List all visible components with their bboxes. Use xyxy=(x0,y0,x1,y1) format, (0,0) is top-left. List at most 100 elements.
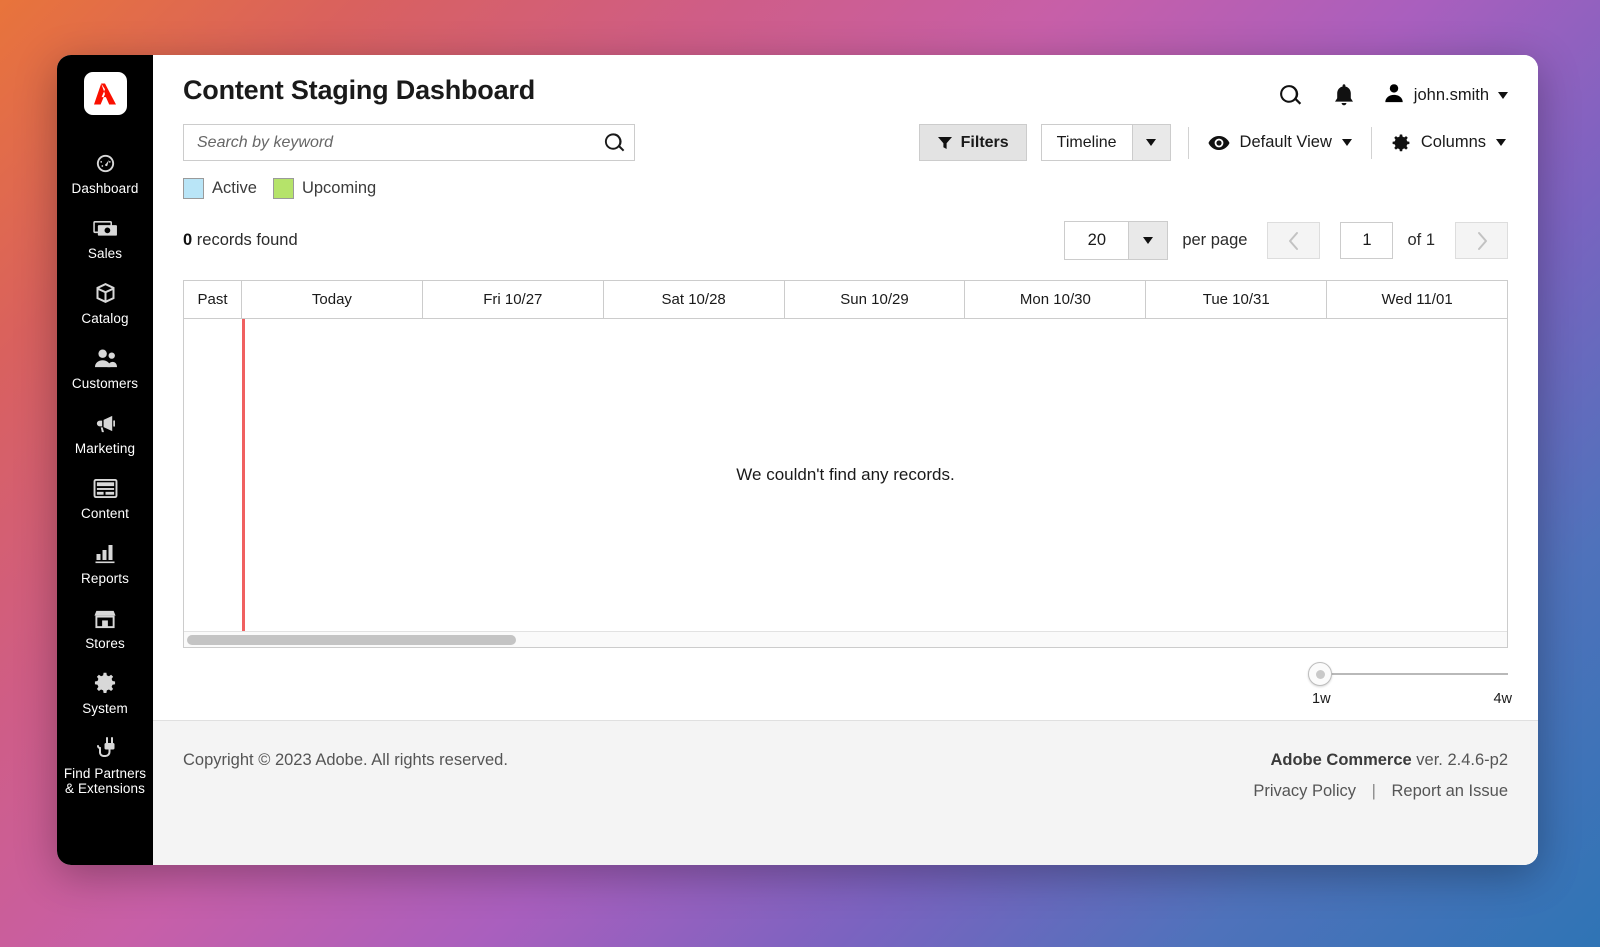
chevron-down-icon xyxy=(1496,139,1506,146)
timeline-button[interactable]: Timeline xyxy=(1040,124,1132,161)
timeline-zoom-area: 1w 4w xyxy=(183,660,1512,710)
records-found: 0 records found xyxy=(183,231,298,250)
header-actions: john.smith xyxy=(1276,75,1508,110)
per-page-select[interactable]: 20 xyxy=(1064,221,1169,260)
version-number: ver. 2.4.6-p2 xyxy=(1411,751,1508,769)
timeline-column-day: Fri 10/27 xyxy=(423,281,604,318)
legend-swatch-active xyxy=(183,178,204,199)
sidebar-item-sales[interactable]: Sales xyxy=(57,206,153,271)
search-submit-icon[interactable] xyxy=(603,131,626,154)
sidebar-item-label: System xyxy=(82,701,128,716)
user-menu[interactable]: john.smith xyxy=(1383,82,1508,109)
total-pages-label: of 1 xyxy=(1407,231,1435,249)
chevron-left-icon xyxy=(1287,231,1301,251)
status-legend: Active Upcoming xyxy=(183,178,1508,199)
toolbar-divider-2 xyxy=(1370,126,1372,159)
sidebar-item-reports[interactable]: Reports xyxy=(57,531,153,596)
page-title: Content Staging Dashboard xyxy=(183,75,535,105)
sidebar: Dashboard Sales Catalog Customers Market xyxy=(57,55,153,865)
timeline-header-row: Past Today Fri 10/27 Sat 10/28 Sun 10/29… xyxy=(184,281,1507,319)
sidebar-item-system[interactable]: System xyxy=(57,661,153,726)
records-found-label: records found xyxy=(192,231,298,249)
timeline-zoom-slider[interactable]: 1w 4w xyxy=(1308,660,1512,710)
page-footer: Copyright © 2023 Adobe. All rights reser… xyxy=(153,720,1538,865)
sidebar-item-dashboard[interactable]: Dashboard xyxy=(57,141,153,206)
toolbar-row: Filters Timeline Default View xyxy=(183,124,1508,161)
eye-icon xyxy=(1208,135,1230,151)
money-stack-icon xyxy=(92,215,118,241)
toolbar-divider-1 xyxy=(1187,126,1189,159)
default-view-control[interactable]: Default View xyxy=(1206,129,1354,156)
timeline-body: We couldn't find any records. xyxy=(184,319,1507,631)
sidebar-item-customers[interactable]: Customers xyxy=(57,336,153,401)
columns-control[interactable]: Columns xyxy=(1389,129,1508,157)
per-page-dropdown-toggle[interactable] xyxy=(1128,222,1168,259)
sidebar-item-stores[interactable]: Stores xyxy=(57,596,153,661)
slider-max-label: 4w xyxy=(1493,691,1512,707)
funnel-icon xyxy=(937,135,953,151)
timeline-column-day: Sun 10/29 xyxy=(785,281,966,318)
chevron-right-icon xyxy=(1475,231,1489,251)
version-info: Adobe Commerce ver. 2.4.6-p2 xyxy=(1253,751,1508,770)
scrollbar-thumb[interactable] xyxy=(187,634,517,645)
search-input[interactable] xyxy=(183,124,635,161)
timeline-grid: Past Today Fri 10/27 Sat 10/28 Sun 10/29… xyxy=(183,280,1508,648)
sidebar-item-marketing[interactable]: Marketing xyxy=(57,401,153,466)
timeline-split-button: Timeline xyxy=(1040,124,1171,161)
per-page-value[interactable]: 20 xyxy=(1065,222,1129,259)
records-row: 0 records found 20 per page 1 of 1 xyxy=(183,221,1508,260)
legend-swatch-upcoming xyxy=(272,178,294,199)
sidebar-item-label: Reports xyxy=(81,571,129,586)
timeline-dropdown-toggle[interactable] xyxy=(1131,124,1171,161)
filters-label: Filters xyxy=(960,133,1009,151)
copyright-text: Copyright © 2023 Adobe. All rights reser… xyxy=(183,751,508,769)
footer-links: Privacy Policy | Report an Issue xyxy=(1253,782,1508,801)
page-content: Content Staging Dashboard john.smith Sea… xyxy=(153,55,1538,720)
per-page-label: per page xyxy=(1182,231,1248,249)
timeline-horizontal-scrollbar[interactable] xyxy=(184,631,1507,647)
bell-icon[interactable] xyxy=(1331,81,1357,110)
privacy-policy-link[interactable]: Privacy Policy xyxy=(1253,782,1356,800)
timeline-column-day: Wed 11/01 xyxy=(1381,291,1453,308)
adobe-logo-icon[interactable] xyxy=(83,72,127,115)
slider-track[interactable] xyxy=(1316,673,1508,675)
timeline-column-today: Today xyxy=(242,281,423,318)
pagination: 20 per page of 1 xyxy=(1064,221,1508,260)
legend-label: Upcoming xyxy=(301,179,377,197)
chevron-down-icon xyxy=(1146,139,1157,146)
sidebar-item-label: Dashboard xyxy=(71,181,139,196)
chevron-down-icon xyxy=(1143,237,1154,244)
gear-icon xyxy=(1391,133,1411,153)
timeline-column-day: Tue 10/31 xyxy=(1146,281,1328,318)
megaphone-icon xyxy=(93,410,118,436)
footer-link-separator: | xyxy=(1371,782,1376,800)
sidebar-item-catalog[interactable]: Catalog xyxy=(57,271,153,336)
page-header: Content Staging Dashboard john.smith xyxy=(183,55,1508,110)
people-icon xyxy=(93,345,118,371)
user-avatar-icon xyxy=(1383,82,1405,109)
sidebar-item-find-partners-extensions[interactable]: Find Partners & Extensions xyxy=(57,726,153,806)
current-page-input[interactable] xyxy=(1340,222,1394,259)
speedometer-icon xyxy=(94,150,117,176)
timeline-column-day: Sat 10/28 xyxy=(604,281,785,318)
next-page-button[interactable] xyxy=(1455,222,1508,259)
report-issue-link[interactable]: Report an Issue xyxy=(1392,782,1508,800)
product-name: Adobe Commerce xyxy=(1270,751,1412,769)
box-icon xyxy=(93,280,118,306)
plug-icon xyxy=(93,735,117,761)
filters-button[interactable]: Filters xyxy=(918,124,1027,161)
records-count: 0 xyxy=(183,231,193,249)
timeline-column-past: Past xyxy=(184,281,242,318)
global-search-icon[interactable] xyxy=(1276,81,1305,110)
user-name-label: john.smith xyxy=(1413,86,1489,104)
slider-handle[interactable] xyxy=(1308,662,1332,686)
storefront-icon xyxy=(93,605,117,631)
sidebar-item-content[interactable]: Content xyxy=(57,466,153,531)
previous-page-button[interactable] xyxy=(1267,222,1321,259)
page-layout-icon xyxy=(93,475,118,501)
gear-icon xyxy=(93,670,117,696)
default-view-label: Default View xyxy=(1239,133,1332,151)
slider-min-label: 1w xyxy=(1312,691,1331,707)
legend-item-upcoming: Upcoming xyxy=(272,178,377,199)
footer-right: Adobe Commerce ver. 2.4.6-p2 Privacy Pol… xyxy=(1253,751,1508,801)
